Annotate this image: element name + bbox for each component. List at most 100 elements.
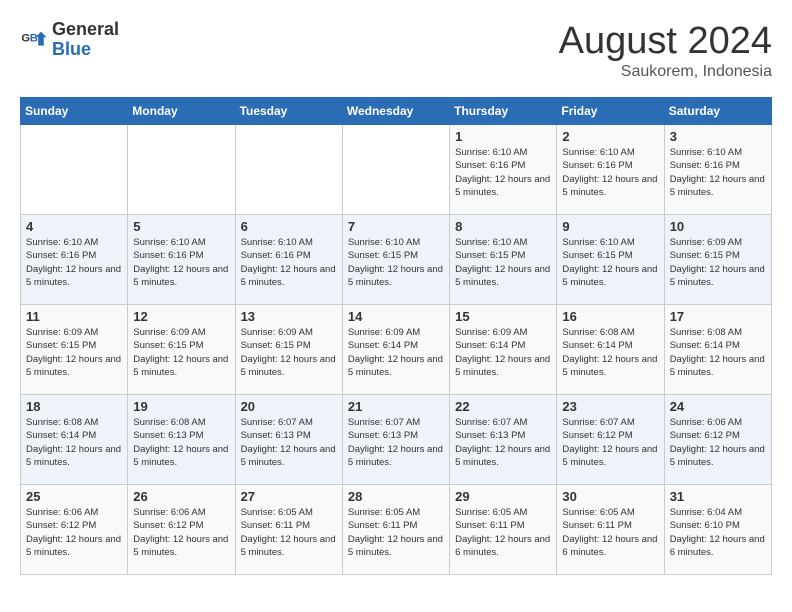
day-number: 22 — [455, 399, 551, 414]
logo-icon: G B — [20, 26, 48, 54]
calendar-cell: 22 Sunrise: 6:07 AM Sunset: 6:13 PM Dayli… — [450, 395, 557, 485]
day-info: Sunrise: 6:10 AM Sunset: 6:15 PM Dayligh… — [455, 236, 551, 289]
calendar-cell: 31 Sunrise: 6:04 AM Sunset: 6:10 PM Dayli… — [664, 485, 771, 575]
day-number: 20 — [241, 399, 337, 414]
calendar-cell: 21Sunrise: 6:07 AM Sunset: 6:13 PM Dayli… — [342, 395, 449, 485]
calendar-cell: 26Sunrise: 6:06 AM Sunset: 6:12 PM Dayli… — [128, 485, 235, 575]
day-info: Sunrise: 6:05 AM Sunset: 6:11 PM Dayligh… — [455, 506, 551, 559]
calendar-cell: 8 Sunrise: 6:10 AM Sunset: 6:15 PM Daylig… — [450, 215, 557, 305]
calendar-week-4: 18 Sunrise: 6:08 AM Sunset: 6:14 PM Dayli… — [21, 395, 772, 485]
logo-text: General Blue — [52, 20, 119, 60]
day-number: 11 — [26, 309, 122, 324]
day-info: Sunrise: 6:09 AM Sunset: 6:15 PM Dayligh… — [133, 326, 229, 379]
weekday-header-friday: Friday — [557, 98, 664, 125]
day-number: 1 — [455, 129, 551, 144]
calendar-week-2: 4 Sunrise: 6:10 AM Sunset: 6:16 PM Daylig… — [21, 215, 772, 305]
day-info: Sunrise: 6:08 AM Sunset: 6:14 PM Dayligh… — [670, 326, 766, 379]
calendar-week-1: 1 Sunrise: 6:10 AM Sunset: 6:16 PM Daylig… — [21, 125, 772, 215]
day-number: 28 — [348, 489, 444, 504]
calendar-cell: 1Sunrise: 6:10 AM Sunset: 6:16 PM Daylig… — [450, 125, 557, 215]
calendar-table: SundayMondayTuesdayWednesdayThursdayFrid… — [20, 97, 772, 575]
calendar-cell: 20 Sunrise: 6:07 AM Sunset: 6:13 PM Dayli… — [235, 395, 342, 485]
calendar-cell — [21, 125, 128, 215]
day-number: 3 — [670, 129, 766, 144]
day-number: 19 — [133, 399, 229, 414]
day-info: Sunrise: 6:09 AM Sunset: 6:15 PM Dayligh… — [670, 236, 766, 289]
day-number: 24 — [670, 399, 766, 414]
day-info: Sunrise: 6:05 AM Sunset: 6:11 PM Dayligh… — [241, 506, 337, 559]
day-number: 31 — [670, 489, 766, 504]
calendar-cell: 19 Sunrise: 6:08 AM Sunset: 6:13 PM Dayli… — [128, 395, 235, 485]
day-number: 12 — [133, 309, 229, 324]
calendar-week-5: 25 Sunrise: 6:06 AM Sunset: 6:12 PM Dayli… — [21, 485, 772, 575]
weekday-header-sunday: Sunday — [21, 98, 128, 125]
calendar-cell: 29 Sunrise: 6:05 AM Sunset: 6:11 PM Dayli… — [450, 485, 557, 575]
day-info: Sunrise: 6:07 AM Sunset: 6:12 PM Dayligh… — [562, 416, 658, 469]
calendar-cell: 5 Sunrise: 6:10 AM Sunset: 6:16 PM Daylig… — [128, 215, 235, 305]
day-info: Sunrise: 6:05 AM Sunset: 6:11 PM Dayligh… — [562, 506, 658, 559]
calendar-cell: 3 Sunrise: 6:10 AM Sunset: 6:16 PM Daylig… — [664, 125, 771, 215]
day-info: Sunrise: 6:10 AM Sunset: 6:16 PM Dayligh… — [670, 146, 766, 199]
day-number: 17 — [670, 309, 766, 324]
day-info: Sunrise: 6:08 AM Sunset: 6:14 PM Dayligh… — [562, 326, 658, 379]
day-info: Sunrise: 6:10 AM Sunset: 6:16 PM Dayligh… — [133, 236, 229, 289]
calendar-cell: 7 Sunrise: 6:10 AM Sunset: 6:15 PM Daylig… — [342, 215, 449, 305]
day-number: 15 — [455, 309, 551, 324]
day-number: 13 — [241, 309, 337, 324]
day-info: Sunrise: 6:07 AM Sunset: 6:13 PM Dayligh… — [241, 416, 337, 469]
calendar-cell: 23Sunrise: 6:07 AM Sunset: 6:12 PM Dayli… — [557, 395, 664, 485]
calendar-cell: 13 Sunrise: 6:09 AM Sunset: 6:15 PM Dayli… — [235, 305, 342, 395]
day-number: 4 — [26, 219, 122, 234]
weekday-header-thursday: Thursday — [450, 98, 557, 125]
calendar-cell: 18 Sunrise: 6:08 AM Sunset: 6:14 PM Dayli… — [21, 395, 128, 485]
calendar-cell: 15Sunrise: 6:09 AM Sunset: 6:14 PM Dayli… — [450, 305, 557, 395]
day-number: 29 — [455, 489, 551, 504]
calendar-cell — [235, 125, 342, 215]
calendar-cell: 9 Sunrise: 6:10 AM Sunset: 6:15 PM Daylig… — [557, 215, 664, 305]
day-number: 26 — [133, 489, 229, 504]
calendar-cell: 16 Sunrise: 6:08 AM Sunset: 6:14 PM Dayli… — [557, 305, 664, 395]
day-info: Sunrise: 6:10 AM Sunset: 6:16 PM Dayligh… — [26, 236, 122, 289]
svg-text:G: G — [21, 32, 30, 44]
day-info: Sunrise: 6:07 AM Sunset: 6:13 PM Dayligh… — [455, 416, 551, 469]
weekday-header-saturday: Saturday — [664, 98, 771, 125]
calendar-cell: 4 Sunrise: 6:10 AM Sunset: 6:16 PM Daylig… — [21, 215, 128, 305]
title-block: August 2024 Saukorem, Indonesia — [559, 20, 772, 81]
svg-text:B: B — [30, 32, 38, 44]
calendar-cell — [342, 125, 449, 215]
day-info: Sunrise: 6:10 AM Sunset: 6:15 PM Dayligh… — [348, 236, 444, 289]
calendar-cell: 17 Sunrise: 6:08 AM Sunset: 6:14 PM Dayli… — [664, 305, 771, 395]
day-number: 7 — [348, 219, 444, 234]
calendar-cell: 14 Sunrise: 6:09 AM Sunset: 6:14 PM Dayli… — [342, 305, 449, 395]
day-number: 6 — [241, 219, 337, 234]
day-info: Sunrise: 6:10 AM Sunset: 6:16 PM Dayligh… — [562, 146, 658, 199]
day-number: 25 — [26, 489, 122, 504]
day-info: Sunrise: 6:09 AM Sunset: 6:14 PM Dayligh… — [348, 326, 444, 379]
day-number: 16 — [562, 309, 658, 324]
day-number: 14 — [348, 309, 444, 324]
day-info: Sunrise: 6:10 AM Sunset: 6:16 PM Dayligh… — [241, 236, 337, 289]
calendar-cell: 6 Sunrise: 6:10 AM Sunset: 6:16 PM Daylig… — [235, 215, 342, 305]
weekday-header-tuesday: Tuesday — [235, 98, 342, 125]
day-info: Sunrise: 6:06 AM Sunset: 6:12 PM Dayligh… — [26, 506, 122, 559]
day-info: Sunrise: 6:10 AM Sunset: 6:15 PM Dayligh… — [562, 236, 658, 289]
day-number: 9 — [562, 219, 658, 234]
calendar-cell: 30Sunrise: 6:05 AM Sunset: 6:11 PM Dayli… — [557, 485, 664, 575]
calendar-cell: 11Sunrise: 6:09 AM Sunset: 6:15 PM Dayli… — [21, 305, 128, 395]
calendar-cell: 2Sunrise: 6:10 AM Sunset: 6:16 PM Daylig… — [557, 125, 664, 215]
calendar-cell: 27Sunrise: 6:05 AM Sunset: 6:11 PM Dayli… — [235, 485, 342, 575]
day-info: Sunrise: 6:07 AM Sunset: 6:13 PM Dayligh… — [348, 416, 444, 469]
day-info: Sunrise: 6:08 AM Sunset: 6:13 PM Dayligh… — [133, 416, 229, 469]
day-number: 8 — [455, 219, 551, 234]
logo: G B General Blue — [20, 20, 119, 60]
day-info: Sunrise: 6:09 AM Sunset: 6:15 PM Dayligh… — [241, 326, 337, 379]
day-info: Sunrise: 6:08 AM Sunset: 6:14 PM Dayligh… — [26, 416, 122, 469]
page-header: G B General Blue August 2024 Saukorem, I… — [20, 20, 772, 81]
day-number: 5 — [133, 219, 229, 234]
day-info: Sunrise: 6:04 AM Sunset: 6:10 PM Dayligh… — [670, 506, 766, 559]
day-info: Sunrise: 6:06 AM Sunset: 6:12 PM Dayligh… — [670, 416, 766, 469]
weekday-header-monday: Monday — [128, 98, 235, 125]
day-number: 18 — [26, 399, 122, 414]
calendar-week-3: 11 Sunrise: 6:09 AM Sunset: 6:15 PM Dayli… — [21, 305, 772, 395]
day-info: Sunrise: 6:05 AM Sunset: 6:11 PM Dayligh… — [348, 506, 444, 559]
